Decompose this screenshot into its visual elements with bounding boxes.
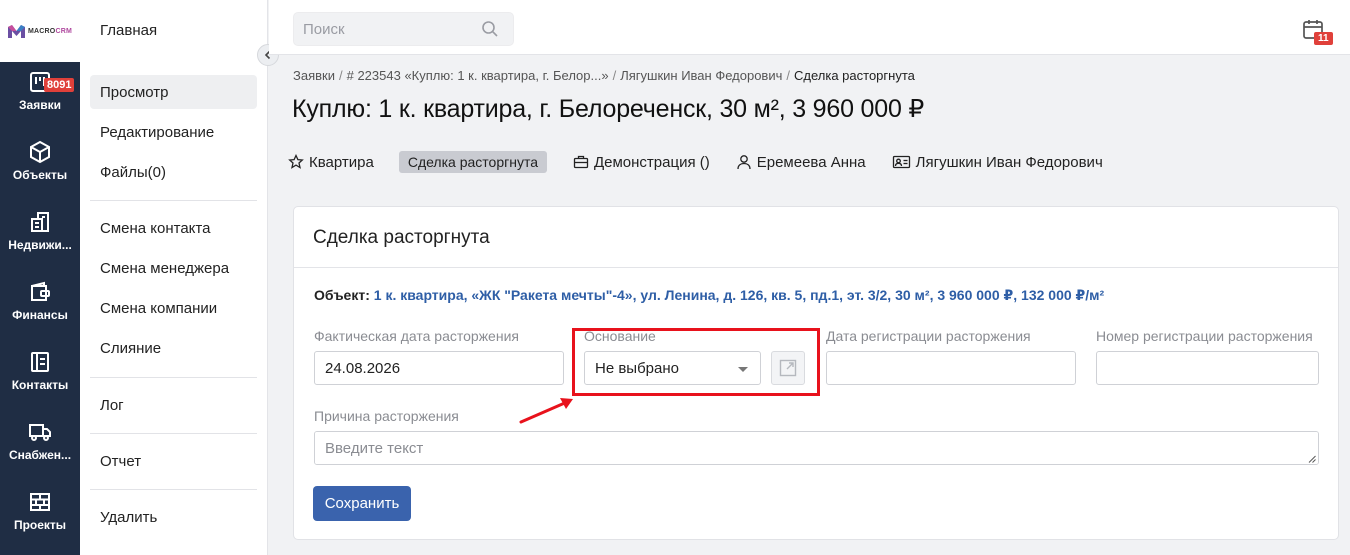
breadcrumb-current: Сделка расторгнута (794, 68, 915, 83)
calendar-count-badge: 11 (1314, 32, 1333, 45)
rail-item-contacts[interactable]: Контакты (0, 342, 80, 412)
save-button[interactable]: Сохранить (313, 486, 411, 521)
reason-label: Причина расторжения (314, 408, 459, 424)
sidebar-title[interactable]: Главная (100, 22, 157, 39)
object-info: Объект: 1 к. квартира, «ЖК "Ракета мечты… (314, 287, 1104, 304)
sidebar-item-change-contact[interactable]: Смена контакта (90, 211, 257, 245)
section-sidebar: Главная Просмотр Редактирование Файлы(0)… (80, 0, 268, 555)
search-icon[interactable] (481, 20, 499, 38)
requests-count-badge: 8091 (44, 78, 75, 92)
tag-label: Лягушкин Иван Федорович (915, 153, 1103, 171)
bricks-icon (30, 493, 50, 511)
id-card-icon (892, 155, 910, 169)
tag-property-type[interactable]: Квартира (288, 154, 374, 171)
contacts-icon (31, 352, 49, 372)
truck-icon (29, 424, 51, 441)
cube-icon (30, 140, 50, 164)
rail-item-realty[interactable]: Недвижи... (0, 202, 80, 272)
reg-date-field[interactable] (826, 351, 1076, 385)
annotation-highlight-box (572, 328, 820, 396)
rail-item-objects[interactable]: Объекты (0, 132, 80, 202)
object-link[interactable]: 1 к. квартира, «ЖК "Ракета мечты"-4», ул… (374, 287, 1104, 303)
rail-item-projects[interactable]: Проекты (0, 482, 80, 552)
tag-label: Демонстрация () (593, 153, 710, 171)
user-icon (737, 155, 751, 170)
tag-demonstration[interactable]: Демонстрация () (573, 154, 710, 171)
top-bar: 11 (269, 0, 1350, 55)
rail-item-label: Недвижи... (8, 238, 72, 252)
page-title: Куплю: 1 к. квартира, г. Белореченск, 30… (292, 95, 925, 123)
sidebar-divider (90, 377, 257, 378)
sidebar-item-change-company[interactable]: Смена компании (90, 291, 257, 325)
breadcrumb-link-requests[interactable]: Заявки (293, 68, 335, 83)
reg-number-field[interactable] (1096, 351, 1319, 385)
reason-textarea[interactable] (314, 431, 1319, 465)
search-input[interactable] (294, 13, 474, 45)
main-rail: MACROCRM Заявки 8091 Объекты Недвижи... … (0, 0, 80, 555)
tag-client[interactable]: Лягушкин Иван Федорович (892, 154, 1103, 171)
app-logo[interactable]: MACROCRM (0, 0, 80, 62)
breadcrumb-separator: / (338, 68, 343, 83)
actual-date-field[interactable] (314, 351, 564, 385)
tag-label: Квартира (309, 153, 374, 171)
building-icon (31, 212, 49, 232)
sidebar-item-report[interactable]: Отчет (90, 444, 257, 478)
rail-item-supply[interactable]: Снабжен... (0, 412, 80, 482)
breadcrumb-separator: / (786, 68, 790, 83)
rail-item-label: Финансы (12, 308, 68, 322)
rail-item-requests[interactable]: Заявки (0, 62, 80, 132)
rail-item-label: Заявки (19, 98, 61, 112)
sidebar-item-change-manager[interactable]: Смена менеджера (90, 251, 257, 285)
sidebar-item-edit[interactable]: Редактирование (90, 115, 257, 149)
annotation-arrow-icon (519, 398, 573, 424)
wallet-icon (31, 281, 50, 301)
sidebar-item-view[interactable]: Просмотр (90, 75, 257, 109)
request-meta-row: Квартира Сделка расторгнута Демонстрация… (288, 150, 1103, 174)
sidebar-item-delete[interactable]: Удалить (90, 500, 257, 534)
logo-text: MACROCRM (28, 27, 72, 35)
rail-item-label: Проекты (13, 518, 67, 532)
sidebar-item-files[interactable]: Файлы(0) (90, 155, 257, 189)
actual-date-label: Фактическая дата расторжения (314, 328, 519, 344)
reg-date-label: Дата регистрации расторжения (826, 328, 1031, 344)
status-badge: Сделка расторгнута (398, 151, 547, 173)
tag-agent[interactable]: Еремеева Анна (736, 154, 866, 171)
rail-item-label: Снабжен... (8, 448, 72, 462)
rail-item-label: Объекты (12, 168, 68, 182)
rail-item-label: Контакты (11, 378, 69, 392)
breadcrumb: Заявки / # 223543 «Куплю: 1 к. квартира, г… (293, 68, 915, 83)
object-label: Объект: (314, 287, 370, 303)
card-header: Сделка расторгнута (294, 207, 1338, 268)
reg-number-label: Номер регистрации расторжения (1096, 328, 1313, 344)
search-box (293, 12, 514, 46)
breadcrumb-separator: / (612, 68, 617, 83)
card-title: Сделка расторгнута (313, 227, 490, 248)
resize-grip-icon[interactable] (1308, 455, 1316, 463)
sidebar-divider (90, 433, 257, 434)
sidebar-item-merge[interactable]: Слияние (90, 331, 257, 365)
breadcrumb-link-client[interactable]: Лягушкин Иван Федорович (620, 68, 782, 83)
star-icon (288, 154, 304, 169)
breadcrumb-link-request[interactable]: # 223543 «Куплю: 1 к. квартира, г. Белор… (347, 68, 609, 83)
sidebar-item-log[interactable]: Лог (90, 388, 257, 422)
logo-icon (8, 24, 25, 38)
tag-label: Еремеева Анна (756, 153, 866, 171)
briefcase-icon (573, 155, 589, 169)
sidebar-divider (90, 200, 257, 201)
rail-item-finance[interactable]: Финансы (0, 272, 80, 342)
sidebar-divider (90, 489, 257, 490)
